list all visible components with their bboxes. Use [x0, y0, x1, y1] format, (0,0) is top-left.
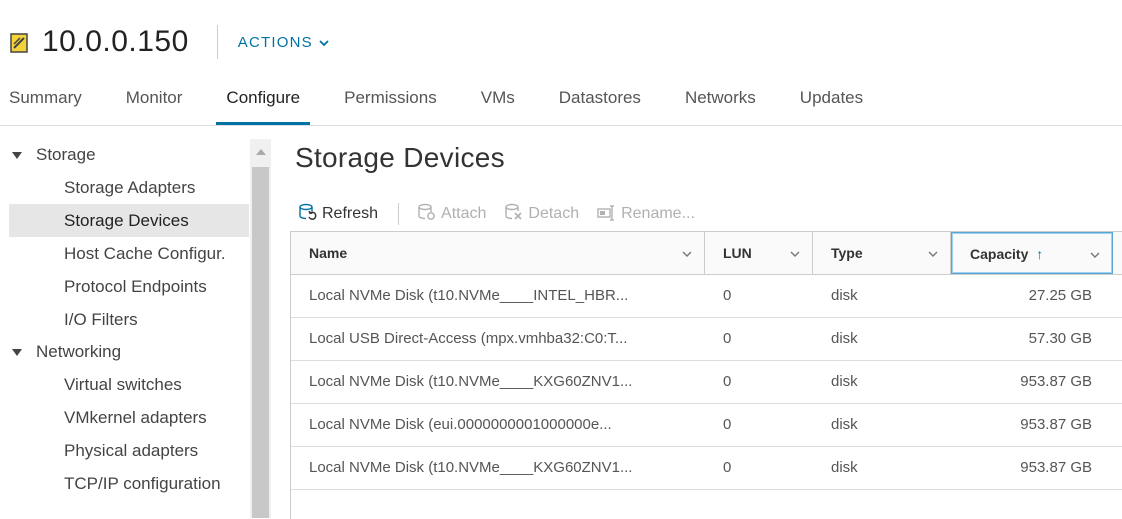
scrollbar-thumb[interactable]: [252, 167, 269, 518]
cell-name: Local NVMe Disk (t10.NVMe____INTEL_HBR..…: [309, 287, 629, 304]
rename-button[interactable]: Rename...: [597, 203, 695, 226]
cell-name: Local NVMe Disk (t10.NVMe____KXG60ZNV1..…: [309, 459, 633, 476]
sidebar-group-label: Networking: [36, 342, 122, 361]
column-header-name[interactable]: Name: [291, 232, 705, 274]
tab-monitor[interactable]: Monitor: [116, 80, 193, 125]
cell-name: Local NVMe Disk (t10.NVMe____KXG60ZNV1..…: [309, 373, 633, 390]
table-row[interactable]: Local NVMe Disk (t10.NVMe____KXG60ZNV1..…: [291, 447, 1122, 490]
host-header: 10.0.0.150 ACTIONS: [10, 22, 329, 62]
sidebar-item-tcpip-configuration[interactable]: TCP/IP configuration: [9, 467, 249, 500]
detach-button[interactable]: Detach: [504, 203, 579, 226]
sort-ascending-arrow-icon: ↑: [1036, 246, 1044, 262]
tab-updates[interactable]: Updates: [790, 80, 873, 125]
tab-summary[interactable]: Summary: [0, 80, 92, 125]
sidebar-item-storage-adapters[interactable]: Storage Adapters: [9, 171, 249, 204]
attach-label: Attach: [441, 205, 487, 222]
sidebar-item-virtual-switches[interactable]: Virtual switches: [9, 368, 249, 401]
caret-down-icon: [12, 151, 22, 159]
cell-lun: 0: [723, 416, 732, 433]
rename-icon: [597, 203, 621, 226]
attach-button[interactable]: Attach: [417, 203, 486, 226]
column-header-capacity[interactable]: Capacity ↑: [951, 232, 1113, 274]
sidebar-tree: Storage Storage Adapters Storage Devices…: [9, 139, 249, 500]
column-header-label: Name: [309, 245, 348, 261]
actions-menu-button[interactable]: ACTIONS: [238, 34, 329, 51]
sidebar-group-networking[interactable]: Networking: [9, 336, 249, 368]
column-header-label: Type: [831, 245, 863, 261]
actions-label: ACTIONS: [237, 33, 313, 51]
sidebar-item-protocol-endpoints[interactable]: Protocol Endpoints: [9, 270, 249, 303]
column-filter-chevron-icon[interactable]: [928, 232, 938, 274]
page-title: Storage Devices: [295, 142, 505, 173]
caret-down-icon: [12, 348, 22, 356]
cell-capacity: 953.87 GB: [1020, 416, 1092, 433]
cell-name: Local USB Direct-Access (mpx.vmhba32:C0:…: [309, 330, 628, 347]
tab-vms[interactable]: VMs: [471, 80, 525, 125]
cell-type: disk: [831, 330, 858, 347]
toolbar-separator: [398, 203, 400, 225]
sidebar-item-storage-devices[interactable]: Storage Devices: [9, 204, 249, 237]
cell-type: disk: [831, 459, 858, 476]
table-row[interactable]: Local NVMe Disk (t10.NVMe____INTEL_HBR..…: [291, 275, 1122, 318]
cell-capacity: 953.87 GB: [1020, 373, 1092, 390]
column-filter-chevron-icon[interactable]: [682, 232, 692, 274]
object-tabs: Summary Monitor Configure Permissions VM…: [0, 80, 1122, 126]
sidebar-item-host-cache-configuration[interactable]: Host Cache Configur.: [9, 237, 249, 270]
host-title: 10.0.0.150: [42, 25, 189, 58]
detach-icon: [504, 203, 528, 226]
cell-capacity: 27.25 GB: [1028, 287, 1092, 304]
table-row[interactable]: Local NVMe Disk (eui.0000000001000000e..…: [291, 404, 1122, 447]
cell-name: Local NVMe Disk (eui.0000000001000000e..…: [309, 416, 612, 433]
detach-label: Detach: [528, 205, 580, 222]
sidebar-item-vmkernel-adapters[interactable]: VMkernel adapters: [9, 401, 249, 434]
cell-lun: 0: [723, 287, 732, 304]
cell-type: disk: [831, 416, 858, 433]
tab-permissions[interactable]: Permissions: [334, 80, 447, 125]
host-server-icon: [10, 33, 28, 53]
sidebar-scrollbar[interactable]: [250, 139, 271, 518]
column-header-label: Capacity: [970, 246, 1029, 262]
column-filter-chevron-icon[interactable]: [1090, 233, 1100, 275]
header-divider: [216, 25, 218, 59]
tab-datastores[interactable]: Datastores: [549, 80, 651, 125]
attach-icon: [417, 203, 441, 226]
devices-toolbar: Refresh Attach Detach Rename...: [298, 200, 713, 228]
chevron-down-icon: [319, 34, 329, 51]
cell-capacity: 57.30 GB: [1028, 330, 1092, 347]
cell-type: disk: [831, 287, 858, 304]
scroll-up-arrow-icon[interactable]: [256, 149, 266, 155]
refresh-icon: [298, 203, 322, 226]
cell-lun: 0: [723, 330, 732, 347]
configure-sidebar: Storage Storage Adapters Storage Devices…: [0, 139, 271, 518]
refresh-button[interactable]: Refresh: [298, 203, 378, 226]
grid-header: Name LUN Type Capacity ↑: [291, 232, 1122, 275]
rename-label: Rename...: [621, 205, 695, 222]
storage-devices-grid: Name LUN Type Capacity ↑ Local NVMe Disk…: [290, 231, 1122, 519]
table-row[interactable]: Local NVMe Disk (t10.NVMe____KXG60ZNV1..…: [291, 361, 1122, 404]
sidebar-group-label: Storage: [36, 145, 96, 164]
cell-capacity: 953.87 GB: [1020, 459, 1092, 476]
tab-configure[interactable]: Configure: [216, 80, 310, 125]
refresh-label: Refresh: [322, 205, 379, 222]
cell-lun: 0: [723, 373, 732, 390]
table-row[interactable]: Local USB Direct-Access (mpx.vmhba32:C0:…: [291, 318, 1122, 361]
column-header-lun[interactable]: LUN: [705, 232, 813, 274]
column-header-label: LUN: [723, 245, 752, 261]
column-header-type[interactable]: Type: [813, 232, 951, 274]
cell-lun: 0: [723, 459, 732, 476]
cell-type: disk: [831, 373, 858, 390]
sidebar-group-storage[interactable]: Storage: [9, 139, 249, 171]
column-filter-chevron-icon[interactable]: [790, 232, 800, 274]
sidebar-item-io-filters[interactable]: I/O Filters: [9, 303, 249, 336]
sidebar-item-physical-adapters[interactable]: Physical adapters: [9, 434, 249, 467]
tab-networks[interactable]: Networks: [675, 80, 766, 125]
